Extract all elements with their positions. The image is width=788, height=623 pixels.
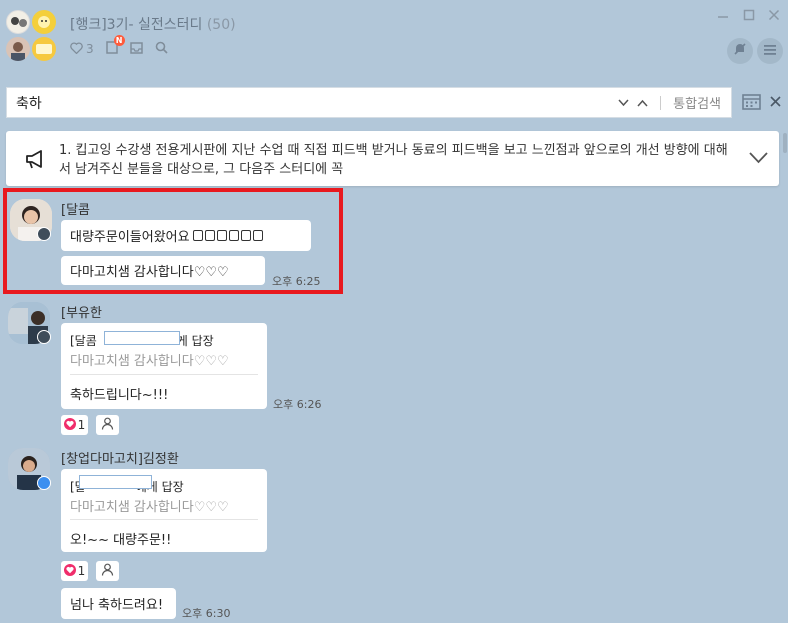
close-icon bbox=[770, 96, 781, 111]
user-icon bbox=[101, 563, 114, 579]
redacted-name bbox=[79, 475, 152, 489]
message-text: 대량주문이들어왔어요 bbox=[70, 230, 190, 245]
heart-icon bbox=[63, 417, 76, 433]
search-all-button[interactable]: 통합검색 bbox=[673, 93, 721, 112]
reply-quote: 다마고치샘 감사합니다♡♡♡ bbox=[70, 354, 229, 369]
search-nav-buttons bbox=[618, 96, 648, 110]
chat-room-avatar[interactable] bbox=[6, 10, 58, 62]
chat-room-name: [행크]3기- 실전스터디 bbox=[70, 17, 203, 33]
like-reaction[interactable]: 1 bbox=[61, 561, 88, 581]
message-time: 오후 6:26 bbox=[273, 398, 322, 411]
search-icon bbox=[155, 41, 168, 57]
calendar-button[interactable] bbox=[742, 93, 761, 114]
minimize-button[interactable] bbox=[717, 8, 729, 26]
new-badge: N bbox=[113, 35, 125, 46]
menu-button[interactable] bbox=[757, 38, 783, 64]
manager-badge bbox=[37, 227, 51, 241]
bell-off-icon bbox=[733, 42, 747, 60]
message-text: 오!~~ 대량주문!! bbox=[70, 533, 172, 548]
pinned-notice[interactable]: 1. 킵고잉 수강생 전용게시판에 지난 수업 때 직접 피드백 받거나 동료의… bbox=[6, 131, 779, 186]
user-icon bbox=[101, 417, 114, 433]
divider bbox=[660, 95, 662, 110]
emoji-symbols-icon bbox=[192, 228, 264, 243]
redacted-name bbox=[104, 331, 180, 345]
sender-name: [부유한 bbox=[61, 306, 102, 321]
sender-name: [창업다마고치]김정환 bbox=[61, 452, 179, 467]
sender-name: [달콤 bbox=[61, 203, 90, 218]
message-time: 오후 6:25 bbox=[272, 275, 321, 288]
message-text: 축하드립니다~!!! bbox=[70, 388, 169, 403]
close-icon bbox=[768, 9, 780, 26]
drawer-button[interactable] bbox=[129, 41, 143, 57]
divider bbox=[70, 374, 258, 375]
message-bubble[interactable]: 넘나 축하드려요! bbox=[61, 588, 176, 619]
reply-target-prefix: [달콤 bbox=[70, 334, 97, 348]
member-avatar bbox=[32, 37, 56, 61]
reply-message-bubble[interactable]: [달콤 게 답장 다마고치샘 감사합니다♡♡♡ 축하드립니다~!!! bbox=[61, 323, 267, 409]
likes-count: 3 bbox=[86, 42, 94, 56]
close-window-button[interactable] bbox=[768, 8, 780, 26]
member-avatar bbox=[32, 10, 56, 34]
search-input[interactable]: 축하 bbox=[16, 93, 618, 113]
reaction-users-button[interactable] bbox=[96, 415, 119, 435]
search-button[interactable] bbox=[155, 41, 168, 57]
hamburger-icon bbox=[764, 44, 776, 59]
heart-icon bbox=[63, 563, 76, 579]
divider bbox=[70, 519, 258, 520]
chevron-down-icon[interactable] bbox=[618, 96, 629, 110]
member-avatar bbox=[6, 10, 30, 34]
maximize-button[interactable] bbox=[743, 8, 755, 26]
notice-board-button[interactable]: N bbox=[105, 35, 125, 57]
mute-button[interactable] bbox=[727, 38, 753, 64]
message-bubble[interactable]: 대량주문이들어왔어요 bbox=[61, 220, 311, 251]
message-time: 오후 6:30 bbox=[182, 607, 231, 620]
reaction-count: 1 bbox=[77, 564, 86, 578]
scrollbar-thumb[interactable] bbox=[783, 133, 787, 153]
chevron-down-icon[interactable] bbox=[749, 152, 768, 168]
inbox-icon bbox=[129, 41, 143, 57]
megaphone-icon bbox=[24, 148, 48, 174]
manager-badge bbox=[37, 330, 51, 344]
message-search-bar: 축하 통합검색 bbox=[6, 87, 732, 118]
message-text: 다마고치샘 감사합니다♡♡♡ bbox=[70, 265, 229, 280]
like-reaction[interactable]: 1 bbox=[61, 415, 88, 435]
maximize-icon bbox=[743, 9, 755, 26]
member-count: (50) bbox=[206, 17, 236, 33]
reaction-count: 1 bbox=[77, 418, 86, 432]
header-toolbar: 3 N bbox=[70, 35, 168, 57]
close-search-button[interactable] bbox=[770, 96, 781, 111]
minimize-icon bbox=[717, 10, 729, 26]
reply-message-bubble[interactable]: [달 에게 답장 다마고치샘 감사합니다♡♡♡ 오!~~ 대량주문!! bbox=[61, 469, 267, 552]
reply-quote: 다마고치샘 감사합니다♡♡♡ bbox=[70, 500, 229, 515]
crown-badge-icon bbox=[37, 476, 51, 490]
member-avatar bbox=[6, 37, 30, 61]
likes-button[interactable]: 3 bbox=[70, 41, 94, 57]
message-text: 넘나 축하드려요! bbox=[70, 598, 164, 613]
message-bubble[interactable]: 다마고치샘 감사합니다♡♡♡ bbox=[61, 256, 265, 285]
chevron-up-icon[interactable] bbox=[637, 96, 648, 110]
reaction-users-button[interactable] bbox=[96, 561, 119, 581]
chat-title: [행크]3기- 실전스터디 (50) bbox=[70, 14, 236, 34]
notice-text: 1. 킵고잉 수강생 전용게시판에 지난 수업 때 직접 피드백 받거나 동료의… bbox=[59, 143, 728, 177]
heart-outline-icon bbox=[70, 41, 83, 57]
reply-target-suffix: 게 답장 bbox=[176, 334, 214, 348]
calendar-icon bbox=[742, 94, 761, 114]
